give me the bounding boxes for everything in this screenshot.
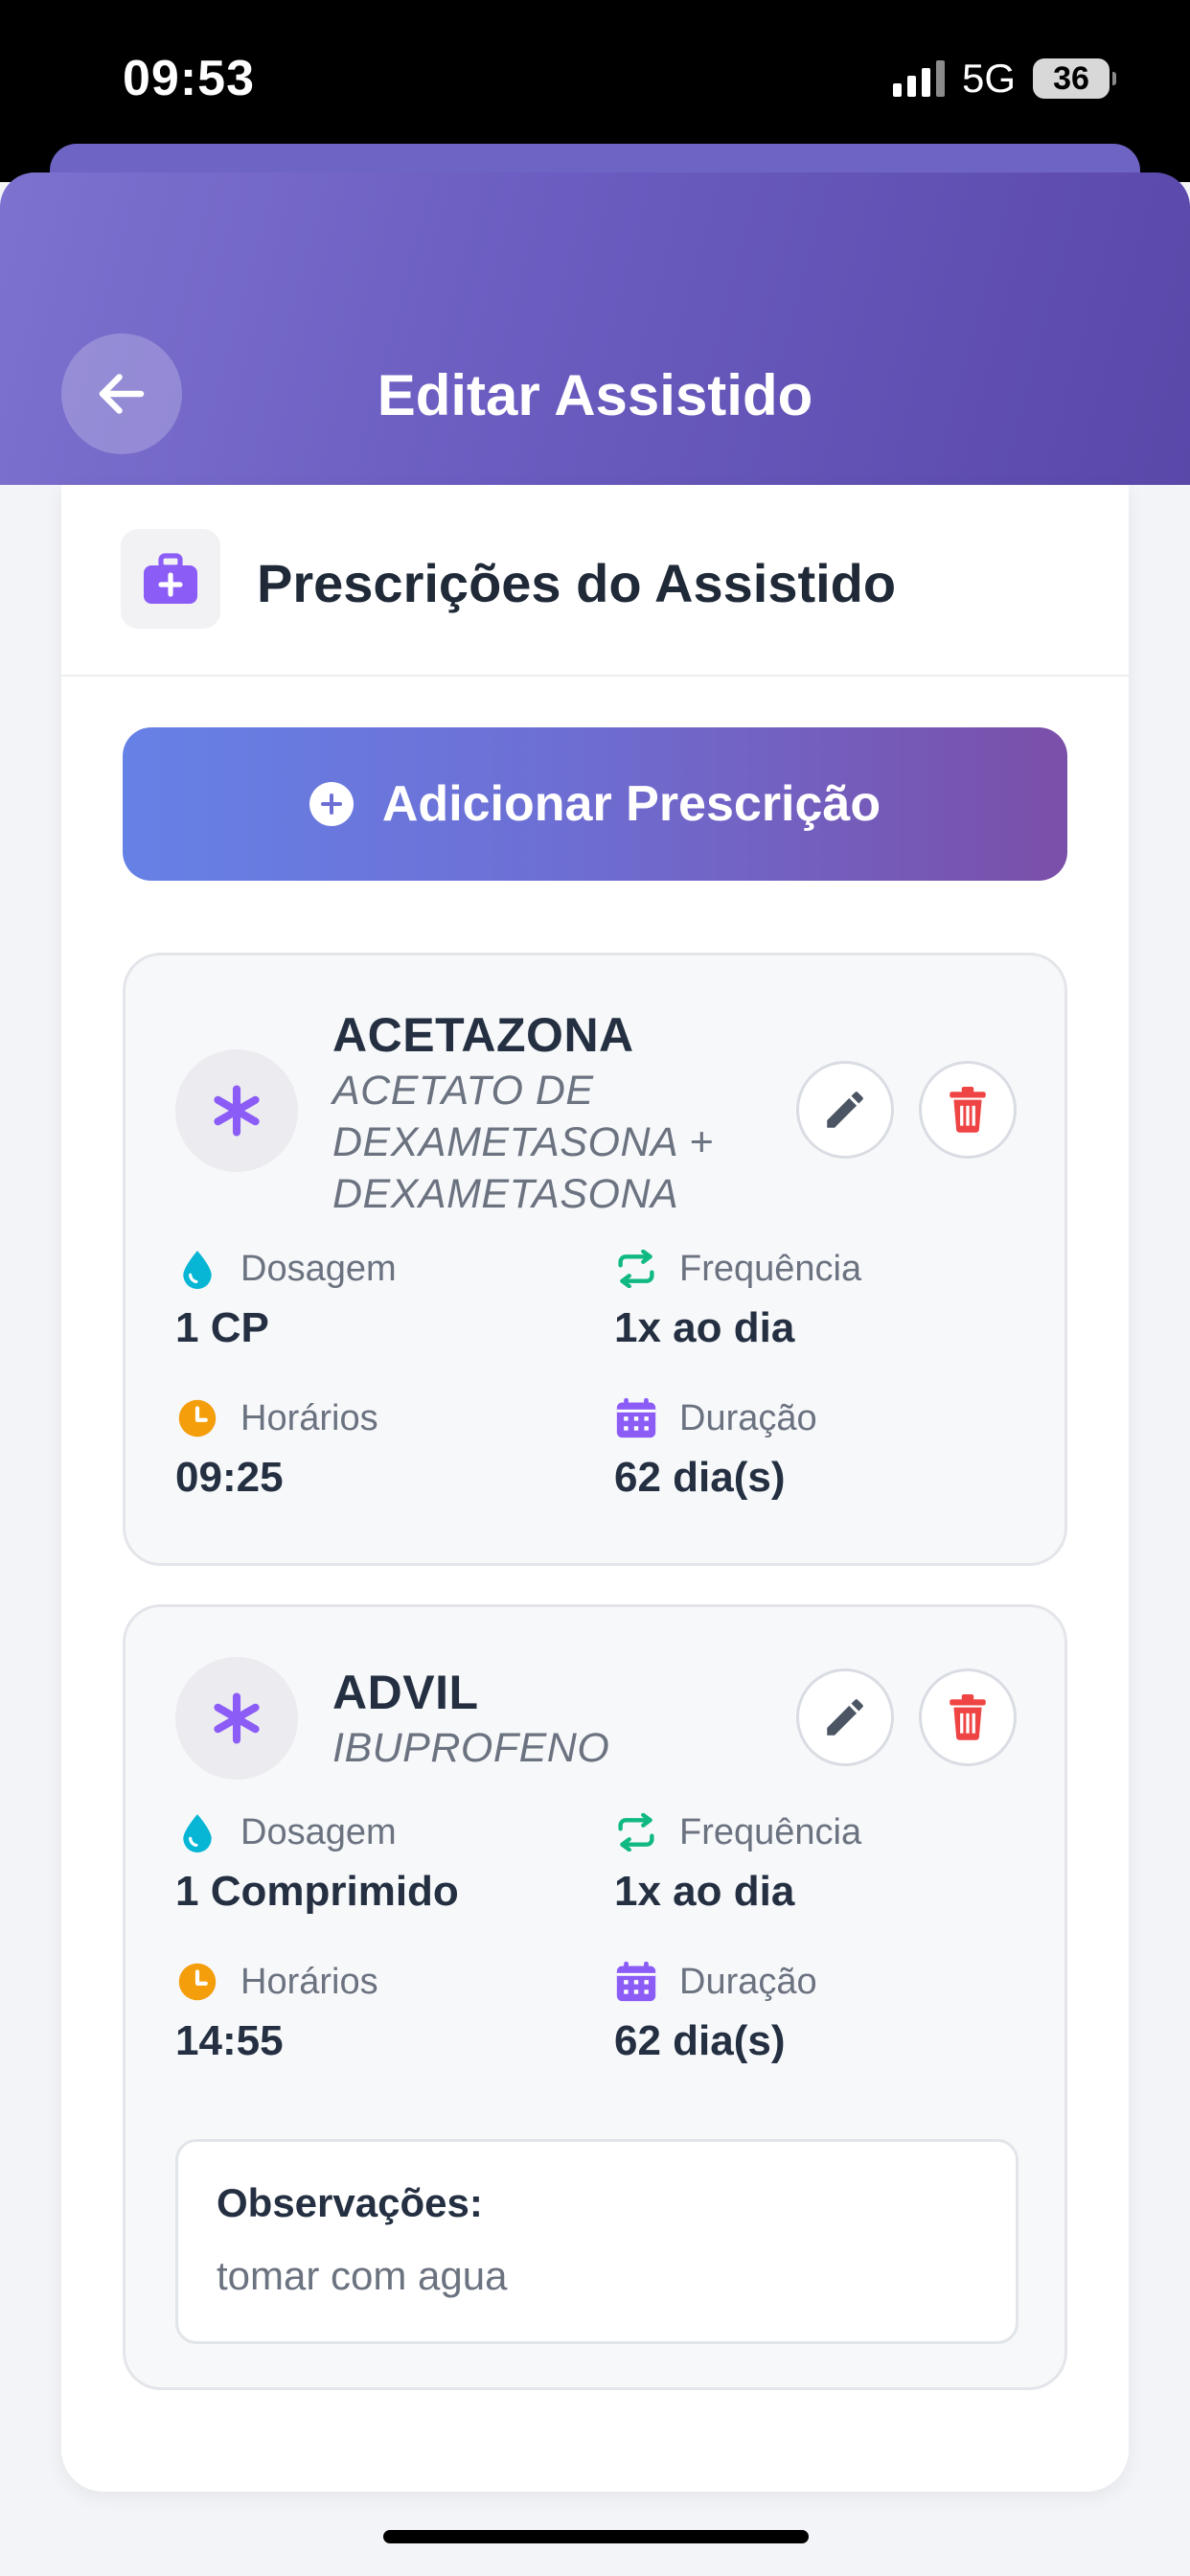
medical-kit-icon (144, 553, 197, 604)
prescription-card: ACETAZONA ACETATO DE DEXAMETASONA + DEXA… (123, 953, 1067, 1566)
app-header: Editar Assistido (0, 172, 1190, 485)
page-title: Editar Assistido (377, 363, 813, 427)
battery-icon: 36 (1033, 58, 1116, 99)
calendar-icon (614, 1396, 658, 1440)
section-title: Prescrições do Assistido (257, 553, 897, 613)
section-icon-box (121, 529, 220, 629)
home-indicator[interactable] (383, 2530, 809, 2543)
times-label: Horários (240, 1961, 378, 2002)
times-field: Horários 14:55 (175, 1958, 378, 2065)
clock-icon (175, 1396, 219, 1440)
duration-label: Duração (679, 1397, 817, 1438)
duration-label: Duração (679, 1961, 817, 2002)
trash-icon (950, 1694, 986, 1740)
medication-name: ACETAZONA (332, 1008, 634, 1062)
edit-button[interactable] (796, 1061, 894, 1159)
status-indicators: 5G 36 (892, 56, 1116, 101)
frequency-label: Frequência (679, 1248, 862, 1289)
times-value: 09:25 (175, 1454, 284, 1501)
frequency-label: Frequência (679, 1811, 862, 1852)
plus-circle-icon (309, 782, 354, 826)
delete-button[interactable] (919, 1061, 1017, 1159)
status-time: 09:53 (123, 51, 255, 106)
dosage-label: Dosagem (240, 1811, 397, 1852)
add-prescription-label: Adicionar Prescrição (381, 776, 881, 832)
frequency-value: 1x ao dia (614, 1304, 795, 1351)
section-header: Prescrições do Assistido (61, 485, 1129, 677)
add-prescription-button[interactable]: Adicionar Prescrição (123, 727, 1067, 881)
medication-avatar (175, 1049, 298, 1172)
duration-field: Duração 62 dia(s) (614, 1394, 817, 1502)
asterisk-icon (214, 1692, 260, 1744)
calendar-icon (614, 1960, 658, 2004)
medication-avatar (175, 1657, 298, 1780)
signal-icon (892, 60, 945, 97)
pencil-icon (827, 1699, 863, 1736)
network-type: 5G (961, 56, 1016, 101)
repeat-icon (614, 1810, 658, 1854)
medication-name: ADVIL (332, 1666, 479, 1719)
dosage-field: Dosagem 1 CP (175, 1245, 397, 1352)
notes-box: Observações: tomar com agua (175, 2139, 1018, 2344)
dosage-value: 1 CP (175, 1304, 269, 1351)
repeat-icon (614, 1247, 658, 1291)
duration-value: 62 dia(s) (614, 2017, 786, 2064)
clock-icon (175, 1960, 219, 2004)
duration-value: 62 dia(s) (614, 1454, 786, 1501)
dosage-value: 1 Comprimido (175, 1868, 459, 1915)
notes-text: tomar com agua (217, 2253, 508, 2298)
dosage-label: Dosagem (240, 1248, 397, 1289)
medication-generic-name: IBUPROFENO (332, 1725, 610, 1771)
dosage-field: Dosagem 1 Comprimido (175, 1808, 459, 1916)
frequency-value: 1x ao dia (614, 1868, 795, 1915)
prescription-card: ADVIL IBUPROFENO Dosagem 1 Comprimido Fr… (123, 1604, 1067, 2390)
medication-generic-name: ACETATO DE DEXAMETASONA + DEXAMETASONA (332, 1068, 714, 1217)
notes-label: Observações: (217, 2180, 483, 2225)
edit-button[interactable] (796, 1668, 894, 1766)
droplet-icon (175, 1247, 219, 1291)
prescriptions-card: Prescrições do Assistido Adicionar Presc… (61, 485, 1129, 2492)
droplet-icon (175, 1810, 219, 1854)
trash-icon (950, 1087, 986, 1133)
frequency-field: Frequência 1x ao dia (614, 1245, 861, 1352)
pencil-icon (827, 1092, 863, 1128)
asterisk-icon (214, 1085, 260, 1137)
delete-button[interactable] (919, 1668, 1017, 1766)
times-field: Horários 09:25 (175, 1394, 378, 1502)
times-label: Horários (240, 1397, 378, 1438)
battery-level: 36 (1053, 59, 1089, 97)
duration-field: Duração 62 dia(s) (614, 1958, 817, 2065)
times-value: 14:55 (175, 2017, 284, 2064)
frequency-field: Frequência 1x ao dia (614, 1808, 861, 1916)
